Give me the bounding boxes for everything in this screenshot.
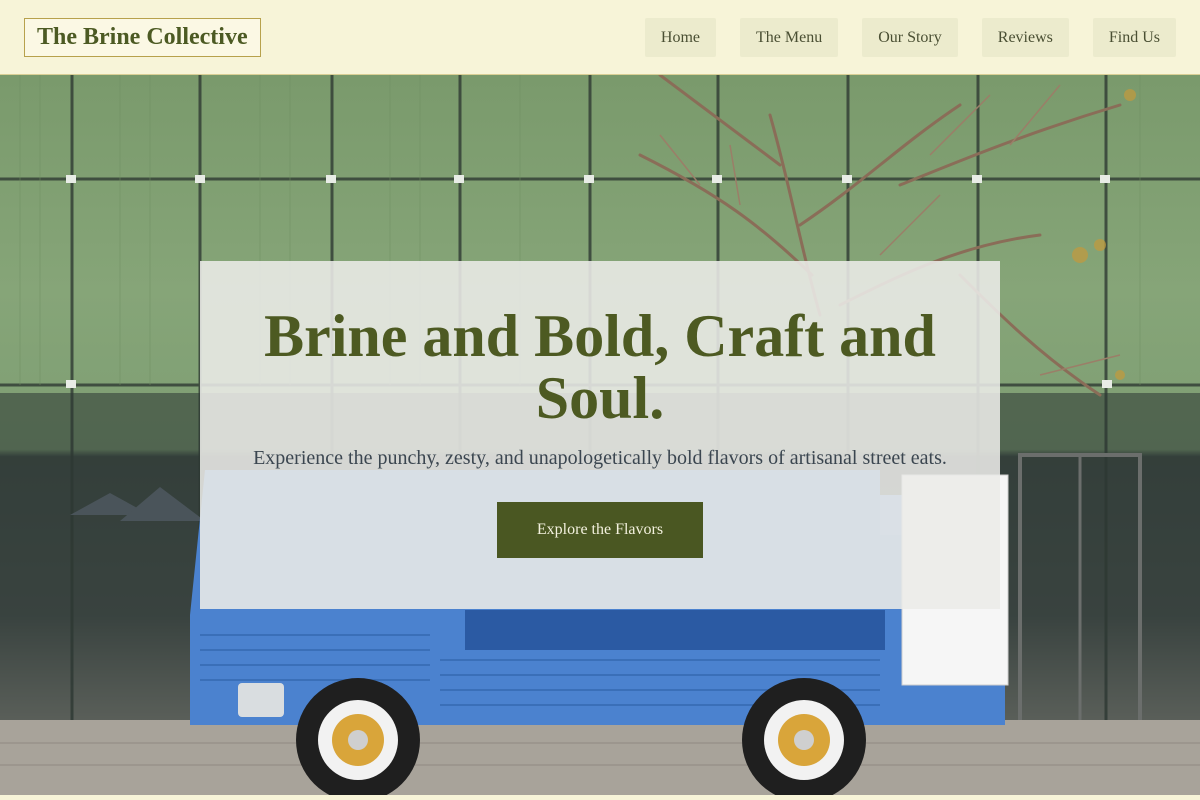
nav-find-us[interactable]: Find Us	[1092, 17, 1176, 57]
nav-home[interactable]: Home	[644, 17, 716, 57]
site-header: The Brine Collective Home The Menu Our S…	[0, 0, 1200, 75]
main-nav: Home The Menu Our Story Reviews Find Us	[644, 17, 1176, 57]
brand-logo[interactable]: The Brine Collective	[24, 17, 261, 57]
hero-title: Brine and Bold, Craft and Soul.	[264, 303, 936, 431]
hero-section: Brine and Bold, Craft and Soul. Experien…	[0, 75, 1200, 795]
nav-our-story[interactable]: Our Story	[862, 17, 958, 57]
explore-flavors-button[interactable]: Explore the Flavors	[497, 502, 703, 558]
nav-reviews[interactable]: Reviews	[981, 17, 1069, 57]
nav-the-menu[interactable]: The Menu	[740, 17, 839, 57]
hero-subtitle: Experience the punchy, zesty, and unapol…	[253, 447, 947, 469]
page-bottom-strip	[0, 795, 1200, 800]
hero-overlay-card: Brine and Bold, Craft and Soul. Experien…	[200, 261, 1000, 609]
